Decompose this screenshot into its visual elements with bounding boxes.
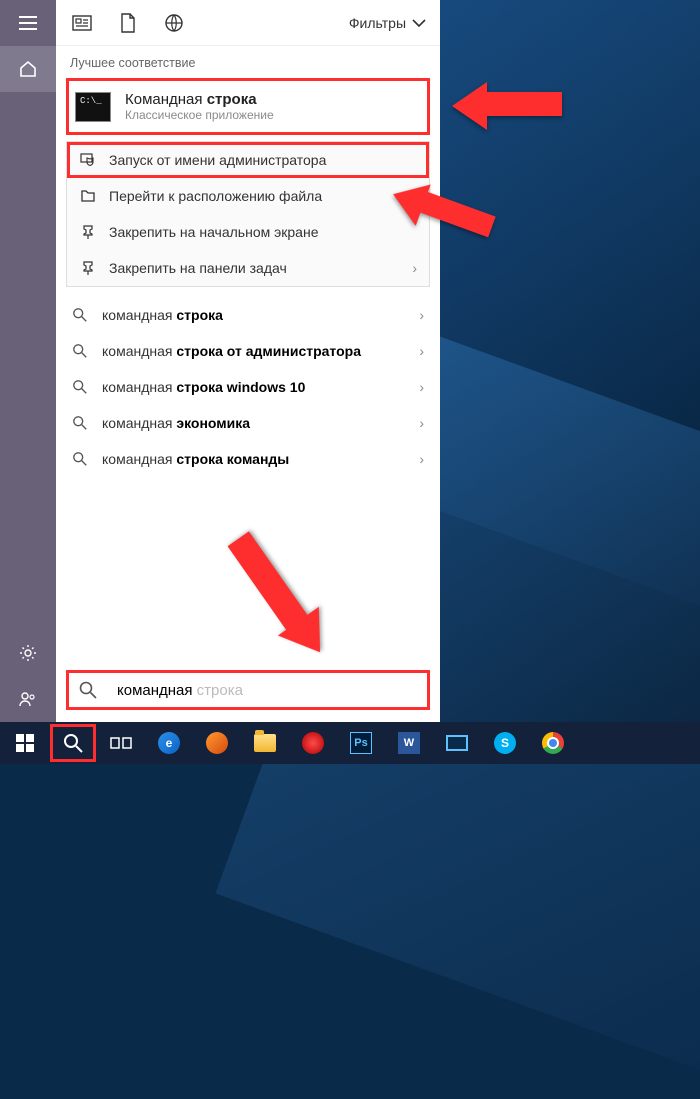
opera-taskbar-button[interactable] bbox=[290, 724, 336, 762]
chrome-taskbar-button[interactable] bbox=[530, 724, 576, 762]
search-icon bbox=[72, 451, 88, 467]
search-suggestion[interactable]: командная экономика › bbox=[56, 405, 440, 441]
file-explorer-icon bbox=[254, 734, 276, 752]
firefox-taskbar-button[interactable] bbox=[194, 724, 240, 762]
search-icon bbox=[63, 733, 83, 753]
task-view-icon bbox=[110, 735, 132, 751]
document-icon[interactable] bbox=[116, 11, 140, 35]
search-suggestions: командная строка›командная строка от адм… bbox=[56, 297, 440, 477]
suggestion-text: командная строка bbox=[102, 307, 223, 323]
search-suggestion[interactable]: командная строка команды › bbox=[56, 441, 440, 477]
search-icon bbox=[72, 415, 88, 431]
shield-computer-icon bbox=[79, 151, 97, 169]
suggestion-text: командная строка команды bbox=[102, 451, 289, 467]
skype-taskbar-button[interactable]: S bbox=[482, 724, 528, 762]
cortana-left-rail bbox=[0, 0, 56, 722]
search-icon bbox=[72, 379, 88, 395]
context-menu-item[interactable]: Запуск от имени администратора bbox=[67, 142, 429, 178]
photoshop-icon: Ps bbox=[350, 732, 372, 754]
chevron-down-icon bbox=[412, 19, 426, 27]
pin-start-icon bbox=[79, 223, 97, 241]
search-taskbar-button[interactable] bbox=[50, 724, 96, 762]
people-icon[interactable] bbox=[0, 676, 56, 722]
context-item-label: Закрепить на панели задач bbox=[109, 260, 287, 276]
context-item-label: Перейти к расположению файла bbox=[109, 188, 322, 204]
edge-taskbar-button[interactable]: e bbox=[146, 724, 192, 762]
word-taskbar-button[interactable]: W bbox=[386, 724, 432, 762]
context-menu-item[interactable]: Закрепить на панели задач › bbox=[67, 250, 429, 286]
taskbar: e Ps W S bbox=[0, 722, 700, 764]
display-taskbar-button[interactable] bbox=[434, 724, 480, 762]
folder-location-icon bbox=[79, 187, 97, 205]
context-item-label: Запуск от имени администратора bbox=[109, 152, 326, 168]
panel-top-bar: Фильтры bbox=[56, 0, 440, 46]
annotation-arrow bbox=[452, 82, 562, 130]
file-explorer-taskbar-button[interactable] bbox=[242, 724, 288, 762]
best-match-subtitle: Классическое приложение bbox=[125, 108, 274, 122]
gear-icon[interactable] bbox=[0, 630, 56, 676]
chevron-right-icon: › bbox=[419, 343, 424, 359]
context-menu-item[interactable]: Перейти к расположению файла bbox=[67, 178, 429, 214]
suggestion-text: командная строка windows 10 bbox=[102, 379, 305, 395]
context-menu-item[interactable]: Закрепить на начальном экране bbox=[67, 214, 429, 250]
photoshop-taskbar-button[interactable]: Ps bbox=[338, 724, 384, 762]
search-suggestion[interactable]: командная строка от администратора › bbox=[56, 333, 440, 369]
best-match-title: Командная строка bbox=[125, 91, 274, 108]
word-icon: W bbox=[398, 732, 420, 754]
chevron-right-icon: › bbox=[419, 307, 424, 323]
search-text-display: командная строка bbox=[117, 682, 417, 699]
pin-taskbar-icon bbox=[79, 259, 97, 277]
cmd-prompt-icon: C:\_ bbox=[75, 92, 111, 122]
home-icon[interactable] bbox=[0, 46, 56, 92]
opera-icon bbox=[302, 732, 324, 754]
chevron-right-icon: › bbox=[419, 451, 424, 467]
hamburger-icon[interactable] bbox=[0, 0, 56, 46]
chrome-icon bbox=[542, 732, 564, 754]
windows-start-taskbar-button[interactable] bbox=[2, 724, 48, 762]
windows-start-icon bbox=[16, 734, 34, 752]
suggestion-text: командная строка от администратора bbox=[102, 343, 361, 359]
context-item-label: Закрепить на начальном экране bbox=[109, 224, 319, 240]
chevron-right-icon: › bbox=[419, 415, 424, 431]
best-match-result[interactable]: C:\_ Командная строка Классическое прило… bbox=[66, 78, 430, 135]
task-view-taskbar-button[interactable] bbox=[98, 724, 144, 762]
search-input-box[interactable]: командная строка bbox=[66, 670, 430, 710]
best-match-header: Лучшее соответствие bbox=[56, 46, 440, 76]
search-suggestion[interactable]: командная строка › bbox=[56, 297, 440, 333]
search-suggestion[interactable]: командная строка windows 10 › bbox=[56, 369, 440, 405]
skype-icon: S bbox=[494, 732, 516, 754]
firefox-icon bbox=[206, 732, 228, 754]
context-menu: Запуск от имени администратора Перейти к … bbox=[66, 141, 430, 287]
search-icon bbox=[72, 307, 88, 323]
search-icon bbox=[79, 681, 97, 699]
filters-label: Фильтры bbox=[349, 15, 406, 31]
search-icon bbox=[72, 343, 88, 359]
suggestion-text: командная экономика bbox=[102, 415, 250, 431]
edge-icon: e bbox=[158, 732, 180, 754]
display-icon bbox=[446, 735, 468, 751]
chevron-right-icon: › bbox=[419, 379, 424, 395]
cortana-search-panel: Фильтры Лучшее соответствие C:\_ Командн… bbox=[56, 0, 440, 722]
filters-dropdown[interactable]: Фильтры bbox=[349, 15, 426, 31]
web-icon[interactable] bbox=[162, 11, 186, 35]
news-icon[interactable] bbox=[70, 11, 94, 35]
chevron-right-icon: › bbox=[412, 260, 417, 276]
